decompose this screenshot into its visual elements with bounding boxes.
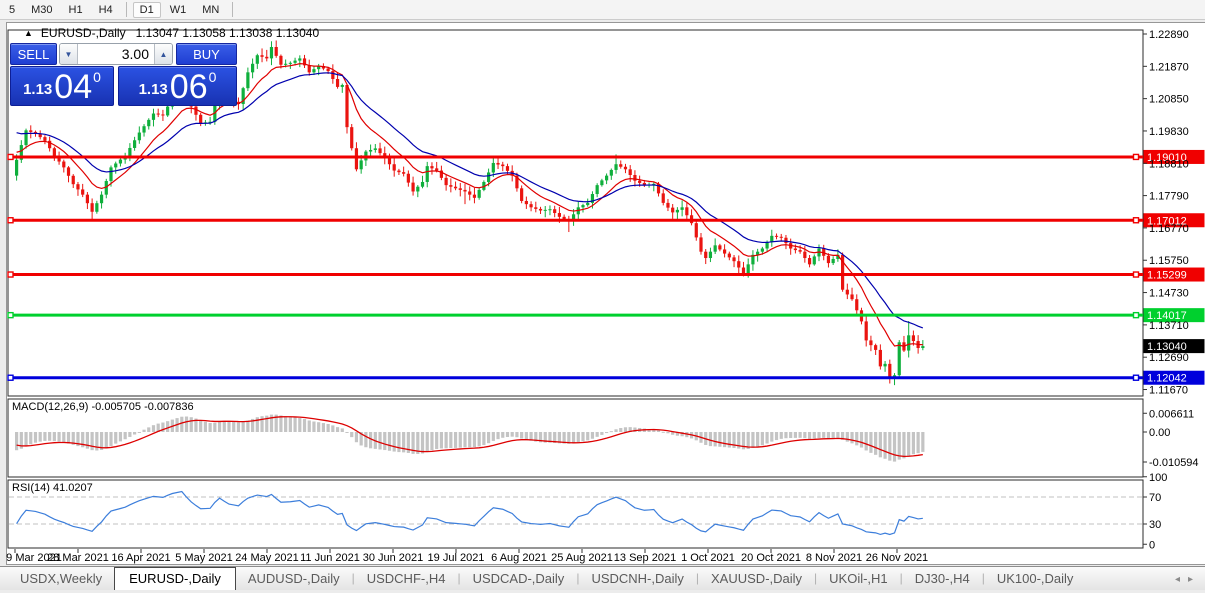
svg-text:1.18810: 1.18810 — [1149, 158, 1189, 170]
volume-stepper: ▼ 3.00 ▲ — [59, 43, 173, 65]
svg-text:100: 100 — [1149, 472, 1167, 484]
svg-text:1.19830: 1.19830 — [1149, 126, 1189, 138]
timeframe-button-d1[interactable]: D1 — [133, 2, 161, 18]
svg-text:0: 0 — [1149, 539, 1155, 551]
bid-price-pips: 04 — [54, 67, 92, 107]
buy-button[interactable]: BUY — [176, 43, 237, 65]
bid-price-big-figure: 1.13 — [23, 81, 52, 98]
tab-usdx-weekly[interactable]: USDX,Weekly — [8, 568, 114, 590]
toolbar-separator — [232, 2, 233, 17]
sell-button[interactable]: SELL — [10, 43, 57, 65]
svg-text:70: 70 — [1149, 492, 1161, 504]
svg-text:1.13710: 1.13710 — [1149, 320, 1189, 332]
timeframe-button-mn[interactable]: MN — [195, 2, 226, 18]
macd-values: -0.005705 -0.007836 — [91, 401, 193, 413]
svg-text:-0.010594: -0.010594 — [1149, 457, 1199, 469]
ask-price-big-figure: 1.13 — [139, 81, 168, 98]
svg-text:0.006611: 0.006611 — [1149, 408, 1194, 420]
timeframe-toolbar: 5M30H1H4 D1W1MN — [0, 0, 1205, 20]
tab-usdcad-daily[interactable]: USDCAD-,Daily — [461, 568, 577, 590]
tab-xauusd-daily[interactable]: XAUUSD-,Daily — [699, 568, 814, 590]
tab-uk100-daily[interactable]: UK100-,Daily — [985, 568, 1086, 590]
svg-text:28 Mar 2021: 28 Mar 2021 — [47, 552, 109, 564]
svg-text:1.11670: 1.11670 — [1149, 385, 1188, 397]
svg-text:19 Jul 2021: 19 Jul 2021 — [428, 552, 485, 564]
svg-text:1.21870: 1.21870 — [1149, 61, 1189, 73]
tab-dj30-h4[interactable]: DJ30-,H4 — [903, 568, 982, 590]
svg-text:8 Nov 2021: 8 Nov 2021 — [806, 552, 862, 564]
tab-usdcnh-daily[interactable]: USDCNH-,Daily — [579, 568, 695, 590]
tab-ukoil-h1[interactable]: UKOil-,H1 — [817, 568, 900, 590]
ask-price-pipette: 0 — [209, 69, 217, 85]
rsi-name: RSI(14) — [12, 482, 50, 494]
svg-text:1.22890: 1.22890 — [1149, 29, 1189, 41]
volume-value[interactable]: 3.00 — [78, 44, 154, 64]
timeframe-button-5[interactable]: 5 — [2, 2, 22, 18]
chevron-down-icon: ▼ — [65, 50, 73, 59]
timeframe-button-w1[interactable]: W1 — [163, 2, 194, 18]
svg-text:26 Nov 2021: 26 Nov 2021 — [866, 552, 928, 564]
svg-text:13 Sep 2021: 13 Sep 2021 — [614, 552, 676, 564]
svg-text:1.12042: 1.12042 — [1147, 373, 1187, 385]
bid-price-pipette: 0 — [93, 69, 101, 85]
collapse-panel-icon[interactable]: ▲ — [24, 28, 33, 38]
ask-price-display[interactable]: 1.13 06 0 — [118, 66, 237, 106]
macd-name: MACD(12,26,9) — [12, 401, 88, 413]
tab-usdchf-h4[interactable]: USDCHF-,H4 — [355, 568, 458, 590]
svg-text:5 May 2021: 5 May 2021 — [175, 552, 232, 564]
svg-text:25 Aug 2021: 25 Aug 2021 — [551, 552, 613, 564]
tab-eurusd-daily[interactable]: EURUSD-,Daily — [114, 567, 236, 590]
toolbar-separator — [126, 2, 127, 17]
chevron-up-icon: ▲ — [160, 50, 168, 59]
tab-audusd-daily[interactable]: AUDUSD-,Daily — [236, 568, 352, 590]
rsi-value: 41.0207 — [53, 482, 93, 494]
volume-increase-button[interactable]: ▲ — [154, 44, 172, 64]
rsi-indicator-label: RSI(14) 41.0207 — [12, 482, 93, 494]
timeframe-button-h4[interactable]: H4 — [92, 2, 120, 18]
chart-symbol-label: EURUSD-,Daily — [41, 26, 126, 40]
ask-price-pips: 06 — [170, 67, 208, 107]
svg-text:1 Oct 2021: 1 Oct 2021 — [681, 552, 735, 564]
macd-indicator-label: MACD(12,26,9) -0.005705 -0.007836 — [12, 401, 194, 413]
svg-text:1.17790: 1.17790 — [1149, 191, 1189, 203]
svg-text:16 Apr 2021: 16 Apr 2021 — [111, 552, 170, 564]
one-click-trading-panel: SELL ▼ 3.00 ▲ BUY 1.13 04 0 1.13 06 0 — [10, 43, 237, 106]
mt4-screen: 5M30H1H4D1W1MN 1.190101.170121.152991.14… — [0, 0, 1205, 593]
svg-text:1.15299: 1.15299 — [1147, 270, 1187, 282]
svg-text:30 Jun 2021: 30 Jun 2021 — [363, 552, 424, 564]
svg-text:20 Oct 2021: 20 Oct 2021 — [741, 552, 801, 564]
chart-title: ▲ EURUSD-,Daily 1.13047 1.13058 1.13038 1.… — [24, 26, 319, 40]
svg-text:0.00: 0.00 — [1149, 427, 1170, 439]
svg-text:1.13040: 1.13040 — [1147, 341, 1187, 353]
svg-text:1.14730: 1.14730 — [1149, 288, 1189, 300]
timeframe-button-h1[interactable]: H1 — [62, 2, 90, 18]
volume-decrease-button[interactable]: ▼ — [60, 44, 78, 64]
tab-scroll-arrows[interactable]: ◂▸ — [1175, 574, 1201, 585]
svg-text:24 May 2021: 24 May 2021 — [235, 552, 299, 564]
bid-price-display[interactable]: 1.13 04 0 — [10, 66, 114, 106]
svg-text:6 Aug 2021: 6 Aug 2021 — [491, 552, 547, 564]
timeframe-button-m30[interactable]: M30 — [24, 2, 59, 18]
chart-ohlc-values: 1.13047 1.13058 1.13038 1.13040 — [136, 26, 320, 40]
svg-text:11 Jun 2021: 11 Jun 2021 — [300, 552, 360, 564]
chart-tab-bar: USDX,WeeklyEURUSD-,DailyAUDUSD-,Daily|US… — [0, 566, 1205, 590]
svg-text:1.16770: 1.16770 — [1149, 223, 1189, 235]
svg-text:1.15750: 1.15750 — [1149, 255, 1189, 267]
svg-text:1.12690: 1.12690 — [1149, 352, 1189, 364]
svg-text:1.20850: 1.20850 — [1149, 94, 1189, 106]
svg-text:30: 30 — [1149, 519, 1161, 531]
